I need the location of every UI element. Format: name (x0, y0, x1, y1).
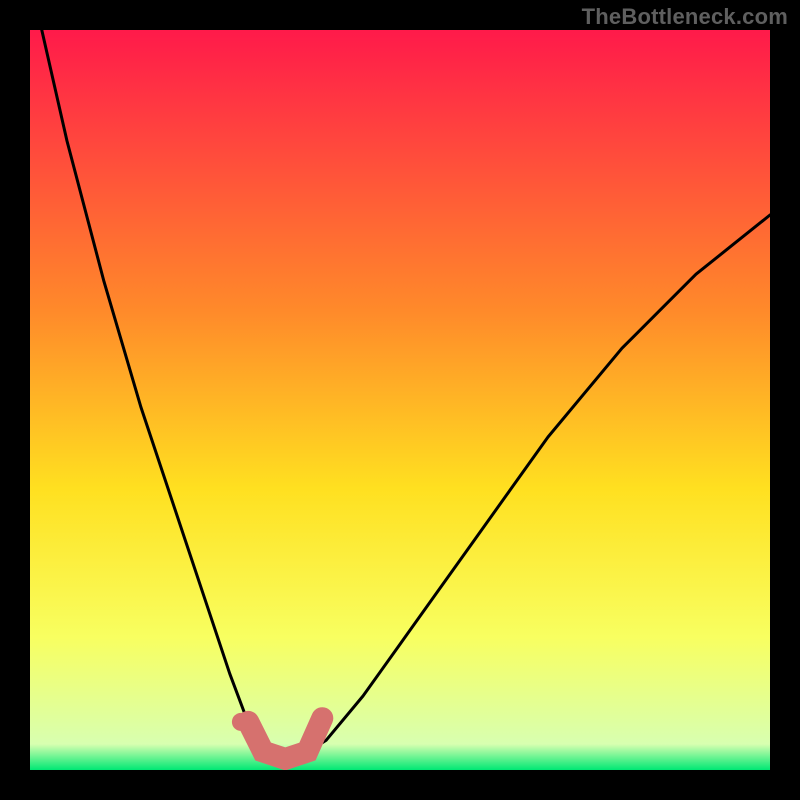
plot-area (30, 30, 770, 770)
bottleneck-curve (30, 30, 770, 759)
curve-layer (30, 30, 770, 770)
highlight-dot (232, 713, 250, 731)
watermark-label: TheBottleneck.com (582, 4, 788, 30)
highlight-band (248, 718, 322, 759)
chart-frame: TheBottleneck.com (0, 0, 800, 800)
